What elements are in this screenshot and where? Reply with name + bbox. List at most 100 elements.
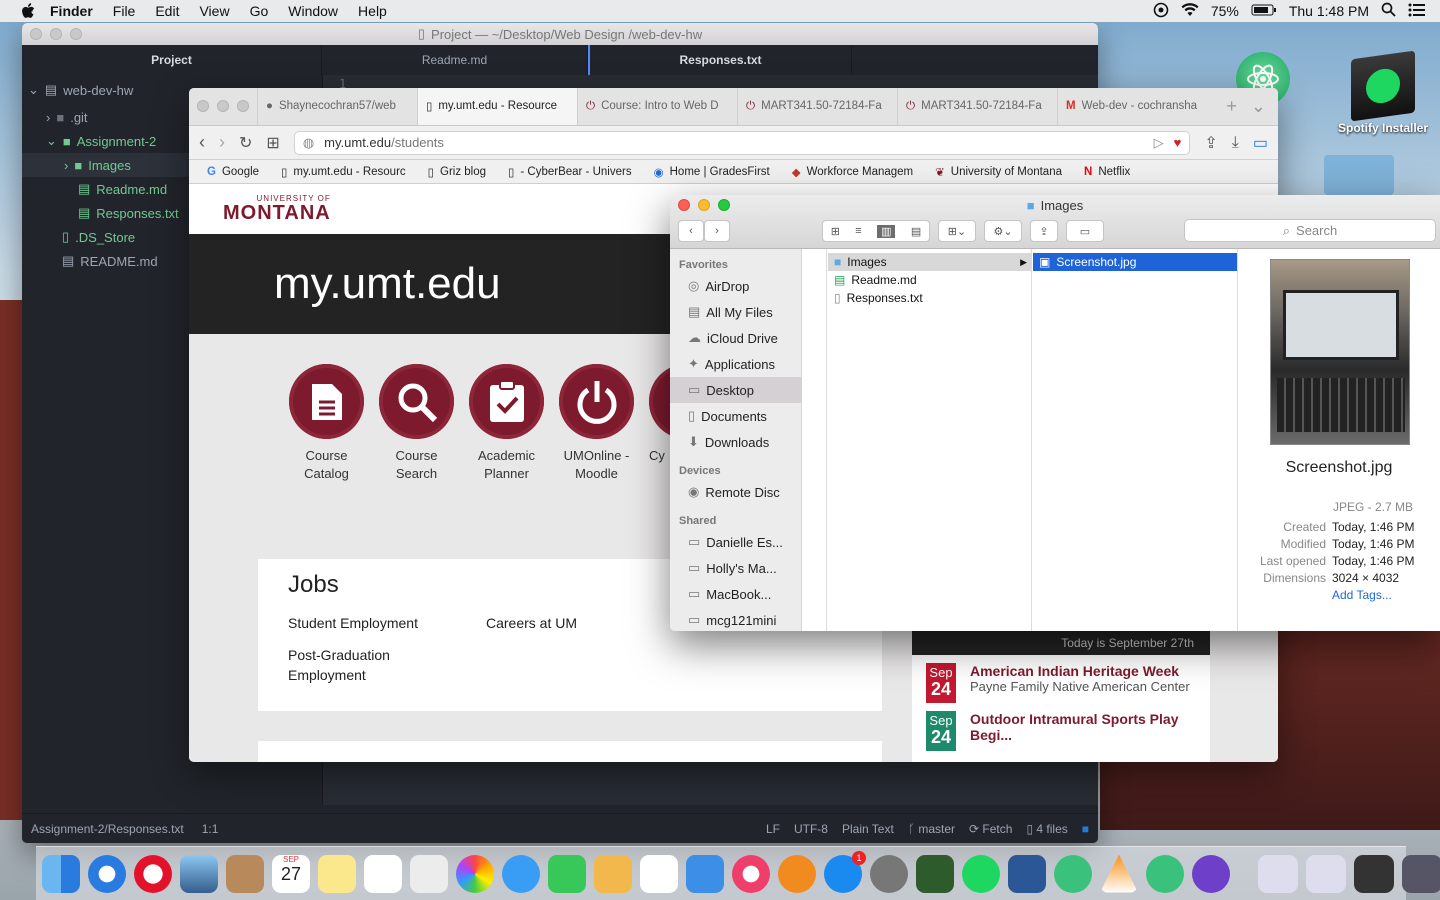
- notification-center-icon[interactable]: [1408, 3, 1426, 20]
- minimize-button[interactable]: [217, 100, 229, 112]
- sidebar-item-all-my-files[interactable]: ▤ All My Files: [670, 299, 801, 325]
- new-tab-icon[interactable]: +: [1226, 96, 1237, 117]
- browser-tab[interactable]: M Web-dev - cochransha: [1057, 88, 1217, 125]
- reminders-dock-icon[interactable]: [364, 854, 402, 893]
- column-view-icon[interactable]: ▥: [877, 224, 896, 238]
- arrange-button[interactable]: ⊞⌄: [938, 220, 976, 242]
- event-title[interactable]: American Indian Heritage Week: [970, 663, 1190, 679]
- back-icon[interactable]: ‹: [199, 132, 205, 153]
- messages-dock-icon[interactable]: [502, 854, 540, 893]
- package-icon[interactable]: ■: [1082, 822, 1089, 836]
- preview-dock-icon[interactable]: [180, 854, 218, 893]
- downloads-icon[interactable]: ⤓: [1232, 134, 1239, 152]
- event-item[interactable]: Sep 24 American Indian Heritage Week Payne…: [912, 655, 1210, 703]
- sidebar-item-shared[interactable]: ▭ MacBook...: [670, 581, 801, 607]
- bookmark-umt[interactable]: ▯ my.umt.edu - Resourc: [281, 165, 406, 179]
- status-encoding[interactable]: UTF-8: [794, 822, 828, 836]
- desktop-spotify-installer[interactable]: Spotify Installer: [1338, 50, 1428, 135]
- um-logo[interactable]: UNIVERSITY OF MONTANA: [223, 195, 331, 224]
- menu-file[interactable]: File: [113, 3, 136, 19]
- word-dock-icon[interactable]: [1008, 854, 1046, 893]
- sidebar-item-documents[interactable]: ▯ Documents: [670, 403, 801, 429]
- wifi-icon[interactable]: [1181, 2, 1199, 20]
- status-cursor-position[interactable]: 1:1: [202, 822, 219, 836]
- forward-icon[interactable]: ›: [219, 132, 225, 153]
- battery-icon[interactable]: [1251, 3, 1277, 19]
- top-sites-icon[interactable]: ⊞: [266, 133, 279, 153]
- sidebar-item-airdrop[interactable]: ◎ AirDrop: [670, 273, 801, 299]
- status-fetch[interactable]: ⟳ Fetch: [969, 822, 1012, 836]
- sidebar-item-shared[interactable]: ▭ Danielle Es...: [670, 529, 801, 555]
- system-preferences-dock-icon[interactable]: [870, 854, 908, 893]
- clock[interactable]: Thu 1:48 PM: [1289, 3, 1369, 19]
- link-post-graduation-employment[interactable]: Post-Graduation Employment: [288, 645, 418, 685]
- cloud-sync-icon[interactable]: [1153, 2, 1169, 21]
- pages-dock-icon[interactable]: [594, 854, 632, 893]
- close-button[interactable]: [30, 28, 42, 40]
- sidebar-item-icloud-drive[interactable]: ☁ iCloud Drive: [670, 325, 801, 351]
- icon-view-icon[interactable]: ⊞: [831, 225, 840, 238]
- quick-link-umonline-moodle[interactable]: UMOnline - Moodle: [559, 364, 634, 483]
- opera-dock-icon[interactable]: [134, 854, 172, 893]
- browser-tab[interactable]: ⏻ MART341.50-72184-Fa: [897, 88, 1057, 125]
- atom-title-bar[interactable]: ▯ Project — ~/Desktop/Web Design /web-de…: [22, 23, 1098, 45]
- status-branch[interactable]: ᚴ master: [908, 822, 955, 836]
- forward-button[interactable]: ›: [704, 220, 730, 242]
- minimized-window-thumbnail[interactable]: [1306, 854, 1346, 893]
- minimized-window-thumbnail[interactable]: [1354, 854, 1394, 893]
- github-desktop-dock-icon[interactable]: [1192, 854, 1230, 893]
- vlc-dock-icon[interactable]: [1100, 854, 1138, 893]
- zoom-button[interactable]: [237, 100, 249, 112]
- browser-tab[interactable]: ⏻ MART341.50-72184-Fa: [737, 88, 897, 125]
- bookmark-cyberbear[interactable]: ▯ - CyberBear - Univers: [508, 165, 632, 179]
- sidebar-item-shared[interactable]: ▭ mcg121mini: [670, 607, 801, 631]
- tab-responses[interactable]: Responses.txt: [588, 45, 852, 75]
- apple-menu-icon[interactable]: [20, 3, 36, 19]
- tag-icon[interactable]: ▭: [1066, 220, 1104, 242]
- numbers-dock-icon[interactable]: [640, 854, 678, 893]
- share-icon[interactable]: ⇪: [1204, 133, 1217, 153]
- atom-dock-icon-2[interactable]: [1146, 854, 1184, 893]
- view-mode-segment[interactable]: ⊞ ≡ ▥ ▤: [822, 220, 930, 242]
- menu-window[interactable]: Window: [288, 3, 338, 19]
- link-careers-at-um[interactable]: Careers at UM: [486, 613, 666, 633]
- bookmark-university-montana[interactable]: ❦ University of Montana: [935, 165, 1062, 179]
- file-row-readme[interactable]: ▤ Readme.md: [828, 271, 1031, 289]
- status-files[interactable]: ▯ 4 files: [1026, 822, 1067, 836]
- action-gear-icon[interactable]: ⚙⌄: [984, 220, 1022, 242]
- bookmark-netflix[interactable]: N Netflix: [1084, 166, 1130, 178]
- reload-icon[interactable]: ↻: [239, 133, 252, 153]
- status-line-ending[interactable]: LF: [766, 822, 780, 836]
- photos-dock-icon[interactable]: [456, 854, 494, 893]
- status-file-path[interactable]: Assignment-2/Responses.txt: [31, 822, 184, 836]
- zoom-button[interactable]: [70, 28, 82, 40]
- browser-tab[interactable]: ● Shaynecochran57/web: [257, 88, 417, 125]
- bookmark-griz-blog[interactable]: ▯ Griz blog: [428, 165, 486, 179]
- facetime-dock-icon[interactable]: [548, 854, 586, 893]
- menu-view[interactable]: View: [199, 3, 229, 19]
- finder-dock-icon[interactable]: [42, 854, 80, 893]
- share-icon[interactable]: ⇪: [1030, 220, 1058, 242]
- bookmark-google[interactable]: G Google: [207, 166, 259, 178]
- event-title[interactable]: Outdoor Intramural Sports Play Begi...: [970, 711, 1196, 743]
- list-view-icon[interactable]: ≡: [855, 225, 861, 237]
- spotlight-search-icon[interactable]: [1381, 2, 1396, 20]
- heart-extension-icon[interactable]: ♥: [1174, 135, 1182, 150]
- menu-app-finder[interactable]: Finder: [50, 3, 93, 19]
- desktop-folder-icon[interactable]: [1324, 155, 1394, 195]
- tab-project[interactable]: Project: [22, 45, 322, 75]
- link-student-employment[interactable]: Student Employment: [288, 613, 486, 633]
- notes-dock-icon[interactable]: [318, 854, 356, 893]
- sidebar-item-desktop[interactable]: ▭ Desktop: [670, 377, 801, 403]
- tab-readme[interactable]: Readme.md: [322, 45, 588, 75]
- tab-overview-icon[interactable]: ⌄: [1251, 96, 1266, 117]
- close-button[interactable]: [197, 100, 209, 112]
- back-button[interactable]: ‹: [678, 220, 704, 242]
- extension-icon[interactable]: ▭: [1253, 133, 1268, 153]
- maps-dock-icon[interactable]: [410, 854, 448, 893]
- bookmark-workforce[interactable]: ◆ Workforce Managem: [792, 165, 913, 179]
- app-store-dock-icon[interactable]: 1: [824, 850, 866, 893]
- status-grammar[interactable]: Plain Text: [842, 822, 894, 836]
- quick-link-academic-planner[interactable]: Academic Planner: [469, 364, 544, 483]
- quick-link-course-catalog[interactable]: Course Catalog: [289, 364, 364, 483]
